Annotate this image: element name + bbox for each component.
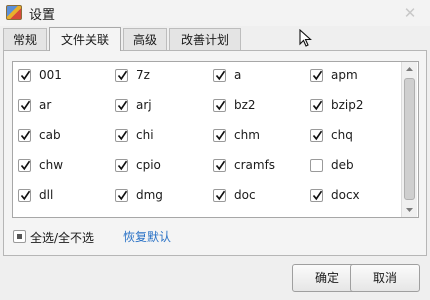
checkmark-icon <box>117 130 128 141</box>
file-type-label: chq <box>331 128 353 142</box>
checkmark-icon <box>117 100 128 111</box>
file-type-label: dmg <box>136 188 163 202</box>
scroll-thumb[interactable] <box>404 78 415 200</box>
file-type-label: doc <box>234 188 256 202</box>
file-type-label: chm <box>234 128 260 142</box>
checkmark-icon <box>312 70 323 81</box>
file-type-checkbox[interactable] <box>310 99 323 112</box>
file-type-checkbox[interactable] <box>310 129 323 142</box>
checkmark-icon <box>117 70 128 81</box>
file-type-label: chi <box>136 128 154 142</box>
file-type-checkbox[interactable] <box>18 99 31 112</box>
file-type-checkbox[interactable] <box>213 129 226 142</box>
checkmark-icon <box>20 130 31 141</box>
checkmark-icon <box>312 130 323 141</box>
file-type-checkbox[interactable] <box>213 189 226 202</box>
file-type-checkbox[interactable] <box>310 189 323 202</box>
file-type-label: arj <box>136 98 152 112</box>
file-type-label: apm <box>331 68 358 82</box>
checkmark-icon <box>312 190 323 201</box>
scroll-down-icon[interactable] <box>402 203 417 217</box>
file-type-label: ar <box>39 98 52 112</box>
tab-improvement-plan[interactable]: 改善计划 <box>169 28 241 50</box>
file-type-checkbox[interactable] <box>213 99 226 112</box>
settings-dialog: 设置 ✕ 常规 文件关联 高级 改善计划 001 7z a apm ar arj bz2 bz… <box>0 0 430 300</box>
file-type-checkbox[interactable] <box>18 69 31 82</box>
checkmark-icon <box>215 130 226 141</box>
file-type-checkbox[interactable] <box>18 129 31 142</box>
close-icon[interactable]: ✕ <box>400 3 420 23</box>
file-type-label: bz2 <box>234 98 256 112</box>
file-type-checkbox[interactable] <box>213 159 226 172</box>
cancel-button[interactable]: 取消 <box>350 264 420 292</box>
file-type-checkbox[interactable] <box>310 159 323 172</box>
file-type-checkbox[interactable] <box>18 189 31 202</box>
file-type-checkbox[interactable] <box>213 69 226 82</box>
tab-general[interactable]: 常规 <box>3 28 47 50</box>
file-type-label: 7z <box>136 68 150 82</box>
select-all-label: 全选/全不选 <box>30 231 95 245</box>
select-all-checkbox[interactable] <box>13 230 26 243</box>
checkmark-icon <box>20 100 31 111</box>
tab-bar: 常规 文件关联 高级 改善计划 <box>0 27 430 51</box>
file-type-label: chw <box>39 158 64 172</box>
file-type-label: a <box>234 68 242 82</box>
checkmark-icon <box>215 100 226 111</box>
tab-file-association[interactable]: 文件关联 <box>49 27 121 51</box>
scrollbar[interactable] <box>401 62 417 217</box>
app-icon <box>6 5 22 20</box>
file-type-checkbox[interactable] <box>310 69 323 82</box>
file-type-label: bzip2 <box>331 98 364 112</box>
partial-mark <box>17 234 22 239</box>
restore-defaults-link[interactable]: 恢复默认 <box>123 228 171 245</box>
file-type-checkbox[interactable] <box>115 189 128 202</box>
scroll-up-icon[interactable] <box>402 62 417 76</box>
file-type-checkbox[interactable] <box>115 99 128 112</box>
window-title: 设置 <box>29 8 56 23</box>
checkmark-icon <box>20 190 31 201</box>
tab-advanced[interactable]: 高级 <box>123 28 167 50</box>
checkmark-icon <box>215 160 226 171</box>
checkmark-icon <box>20 70 31 81</box>
file-type-label: cpio <box>136 158 161 172</box>
file-type-checkbox[interactable] <box>115 159 128 172</box>
checkmark-icon <box>312 100 323 111</box>
checkmark-icon <box>117 160 128 171</box>
file-type-label: cramfs <box>234 158 276 172</box>
file-type-label: docx <box>331 188 360 202</box>
file-type-label: cab <box>39 128 61 142</box>
checkmark-icon <box>215 70 226 81</box>
checkmark-icon <box>20 160 31 171</box>
file-type-checkbox[interactable] <box>115 129 128 142</box>
file-type-checkbox[interactable] <box>18 159 31 172</box>
file-type-label: dll <box>39 188 54 202</box>
checkmark-icon <box>117 190 128 201</box>
checkmark-icon <box>215 190 226 201</box>
file-type-label: deb <box>331 158 354 172</box>
file-type-label: 001 <box>39 68 62 82</box>
mouse-cursor-icon <box>299 29 312 47</box>
title-bar: 设置 ✕ <box>0 0 430 26</box>
file-type-checkbox[interactable] <box>115 69 128 82</box>
